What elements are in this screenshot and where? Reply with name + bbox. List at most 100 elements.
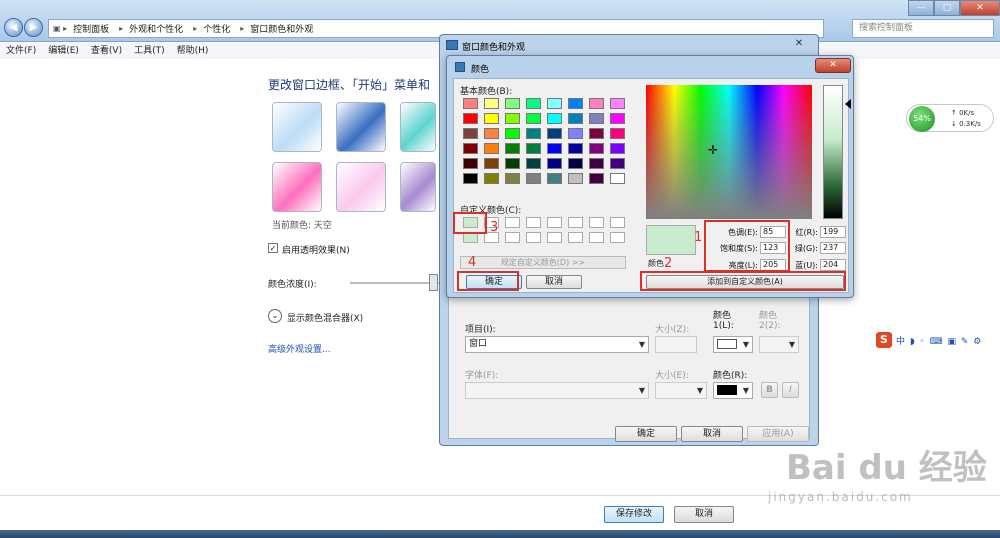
color-swatch[interactable] (272, 162, 322, 212)
basic-color-cell[interactable] (505, 128, 520, 139)
basic-color-cell[interactable] (505, 113, 520, 124)
basic-color-cell[interactable] (463, 173, 478, 184)
menu-tools[interactable]: 工具(T) (134, 43, 165, 59)
custom-color-cell[interactable] (547, 217, 562, 228)
font-size-select[interactable]: ▼ (655, 382, 707, 399)
basic-color-cell[interactable] (547, 98, 562, 109)
custom-color-cell[interactable] (589, 232, 604, 243)
basic-color-cell[interactable] (610, 128, 625, 139)
basic-color-cell[interactable] (526, 113, 541, 124)
basic-color-cell[interactable] (463, 98, 478, 109)
basic-color-cell[interactable] (589, 143, 604, 154)
show-mixer-label[interactable]: 显示颜色混合器(X) (287, 311, 363, 324)
custom-color-cell[interactable] (526, 232, 541, 243)
intensity-slider-track[interactable] (350, 282, 440, 284)
basic-color-cell[interactable] (526, 173, 541, 184)
basic-color-cell[interactable] (589, 113, 604, 124)
custom-color-cell[interactable] (526, 217, 541, 228)
basic-color-cell[interactable] (505, 98, 520, 109)
basic-color-cell[interactable] (568, 173, 583, 184)
custom-color-cell[interactable] (589, 217, 604, 228)
blue-field[interactable]: 204 (820, 259, 846, 271)
cancel-button[interactable]: 取消 (526, 275, 582, 289)
color-swatch[interactable] (272, 102, 322, 152)
back-icon[interactable]: ◀ (4, 18, 23, 37)
basic-color-cell[interactable] (589, 128, 604, 139)
basic-color-cell[interactable] (505, 158, 520, 169)
basic-color-cell[interactable] (568, 128, 583, 139)
ime-tools[interactable]: 中 ◗ ◦ ⌨ ▣ ✎ ⚙ (896, 334, 982, 347)
color1-picker[interactable]: ▼ (713, 336, 753, 353)
basic-color-cell[interactable] (610, 158, 625, 169)
cancel-button[interactable]: 取消 (674, 506, 734, 523)
basic-color-cell[interactable] (547, 143, 562, 154)
basic-color-cell[interactable] (610, 143, 625, 154)
breadcrumb-personalize[interactable]: 个性化 (203, 22, 230, 35)
close-icon[interactable]: ✕ (815, 58, 851, 73)
custom-color-cell[interactable] (610, 232, 625, 243)
basic-color-cell[interactable] (547, 173, 562, 184)
sogou-logo-icon[interactable]: S (876, 332, 892, 348)
basic-color-cell[interactable] (610, 173, 625, 184)
basic-color-cell[interactable] (568, 143, 583, 154)
color2-picker[interactable]: ▼ (759, 336, 799, 353)
ime-toolbar[interactable]: S 中 ◗ ◦ ⌨ ▣ ✎ ⚙ (876, 332, 992, 348)
basic-color-cell[interactable] (505, 143, 520, 154)
minimize-button[interactable]: — (908, 0, 934, 16)
basic-color-cell[interactable] (526, 143, 541, 154)
custom-color-cell[interactable] (505, 217, 520, 228)
custom-color-cell[interactable] (568, 232, 583, 243)
basic-color-cell[interactable] (463, 113, 478, 124)
search-input[interactable]: 搜索控制面板 (852, 19, 994, 38)
menu-edit[interactable]: 编辑(E) (48, 43, 79, 59)
advanced-appearance-link[interactable]: 高级外观设置... (268, 342, 331, 355)
color-swatch[interactable] (400, 162, 436, 212)
basic-color-cell[interactable] (610, 113, 625, 124)
forward-icon[interactable]: ▶ (24, 18, 43, 37)
font-color-picker[interactable]: ▼ (713, 382, 753, 399)
color-swatch[interactable] (400, 102, 436, 152)
define-custom-colors-button[interactable]: 规定自定义颜色(D) >> (460, 256, 626, 269)
chevron-down-icon[interactable]: ⌄ (268, 309, 282, 323)
custom-color-cell[interactable] (568, 217, 583, 228)
breadcrumb-appearance[interactable]: 外观和个性化 (129, 22, 183, 35)
basic-color-cell[interactable] (463, 143, 478, 154)
item-select[interactable]: 窗口 ▼ (465, 336, 649, 353)
ok-button[interactable]: 确定 (615, 426, 677, 442)
size-spinner[interactable] (655, 336, 697, 353)
basic-color-cell[interactable] (589, 158, 604, 169)
transparency-checkbox[interactable]: ✓ (268, 243, 278, 253)
red-field[interactable]: 199 (820, 226, 846, 238)
crosshair-icon[interactable]: ✛ (708, 143, 718, 157)
basic-color-cell[interactable] (484, 173, 499, 184)
cancel-button[interactable]: 取消 (681, 426, 743, 442)
basic-color-cell[interactable] (505, 173, 520, 184)
color-swatch[interactable] (336, 162, 386, 212)
save-changes-button[interactable]: 保存修改 (604, 506, 664, 523)
luminance-bar[interactable] (823, 85, 843, 219)
custom-color-cell[interactable] (610, 217, 625, 228)
breadcrumb-control-panel[interactable]: 控制面板 (73, 22, 109, 35)
intensity-slider-thumb[interactable] (429, 274, 438, 291)
basic-color-cell[interactable] (526, 98, 541, 109)
breadcrumb-window-color[interactable]: 窗口颜色和外观 (250, 22, 313, 35)
italic-button[interactable]: I (782, 382, 799, 398)
custom-color-cell[interactable] (547, 232, 562, 243)
basic-color-cell[interactable] (568, 98, 583, 109)
basic-color-cell[interactable] (484, 98, 499, 109)
basic-color-cell[interactable] (463, 158, 478, 169)
color-swatch[interactable] (336, 102, 386, 152)
green-field[interactable]: 237 (820, 242, 846, 254)
close-window-button[interactable]: ✕ (960, 0, 1000, 16)
basic-color-cell[interactable] (547, 128, 562, 139)
basic-color-cell[interactable] (484, 128, 499, 139)
basic-color-cell[interactable] (526, 128, 541, 139)
bold-button[interactable]: B (761, 382, 778, 398)
basic-color-cell[interactable] (484, 143, 499, 154)
font-select[interactable]: ▼ (465, 382, 649, 399)
menu-file[interactable]: 文件(F) (6, 43, 36, 59)
basic-color-cell[interactable] (589, 98, 604, 109)
basic-color-cell[interactable] (568, 113, 583, 124)
menu-help[interactable]: 帮助(H) (177, 43, 209, 59)
basic-color-cell[interactable] (484, 158, 499, 169)
